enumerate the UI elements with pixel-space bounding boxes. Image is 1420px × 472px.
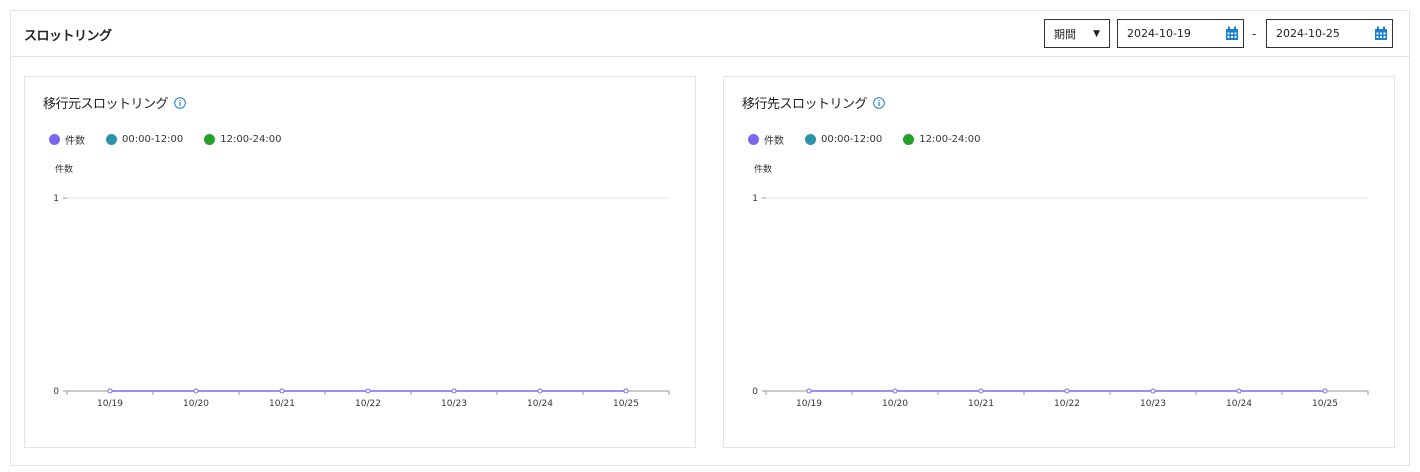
y-tick-label: 1 (53, 194, 59, 204)
data-point (193, 388, 199, 394)
x-tick-label: 10/20 (882, 399, 908, 409)
x-tick-label: 10/23 (1140, 399, 1166, 409)
x-tick-label: 10/24 (527, 399, 553, 409)
date-separator: - (1252, 27, 1257, 41)
y-tick-label: 0 (752, 387, 758, 397)
date-from-input[interactable]: 2024-10-19 (1117, 19, 1244, 48)
data-point (279, 388, 285, 394)
y-axis-title: 件数 (55, 163, 73, 175)
data-point (1236, 388, 1242, 394)
y-tick-label: 1 (752, 194, 758, 204)
date-from-value: 2024-10-19 (1127, 27, 1191, 40)
data-point (1150, 388, 1156, 394)
calendar-icon[interactable] (1374, 26, 1388, 41)
x-tick-label: 10/25 (1312, 399, 1338, 409)
data-point (537, 388, 543, 394)
data-point (365, 388, 371, 394)
x-tick-label: 10/22 (355, 399, 381, 409)
panel-header: スロットリング 期間 ▼ 2024-10-19 - 2024-10-25 (11, 11, 1409, 57)
page-title: スロットリング (24, 29, 112, 44)
x-tick-label: 10/22 (1054, 399, 1080, 409)
x-tick-label: 10/20 (183, 399, 209, 409)
data-point (978, 388, 984, 394)
data-point (451, 388, 457, 394)
line-chart: 件数 0 1 10/19 10/20 10/21 10/22 10/23 10/24 10/25 (752, 163, 1369, 409)
y-axis-title: 件数 (754, 163, 772, 175)
data-point (107, 388, 113, 394)
date-to-input[interactable]: 2024-10-25 (1266, 19, 1393, 48)
line-chart: 件数 0 1 10/19 10/20 10/21 10/22 10/23 10/24 10/25 (53, 163, 670, 409)
date-to-value: 2024-10-25 (1276, 27, 1340, 40)
data-point (1064, 388, 1070, 394)
period-select-label: 期間 (1054, 27, 1076, 41)
x-tick-label: 10/24 (1226, 399, 1252, 409)
x-tick-label: 10/25 (613, 399, 639, 409)
x-tick-label: 10/21 (269, 399, 295, 409)
x-tick-label: 10/19 (97, 399, 123, 409)
data-point (623, 388, 629, 394)
calendar-icon[interactable] (1225, 26, 1239, 41)
data-point (892, 388, 898, 394)
x-tick-label: 10/23 (441, 399, 467, 409)
caret-down-icon: ▼ (1093, 29, 1100, 39)
x-tick-label: 10/19 (796, 399, 822, 409)
source-throttling-card: 移行元スロットリング 件数 00:00-12:00 12:00-24:00 件数… (24, 76, 696, 448)
x-tick-label: 10/21 (968, 399, 994, 409)
data-point (806, 388, 812, 394)
target-throttling-card: 移行先スロットリング 件数 00:00-12:00 12:00-24:00 件数… (723, 76, 1395, 448)
data-point (1322, 388, 1328, 394)
y-tick-label: 0 (53, 387, 59, 397)
throttling-panel: スロットリング 期間 ▼ 2024-10-19 - 2024-10-25 移行元… (10, 10, 1410, 466)
period-select[interactable]: 期間 ▼ (1044, 19, 1110, 48)
